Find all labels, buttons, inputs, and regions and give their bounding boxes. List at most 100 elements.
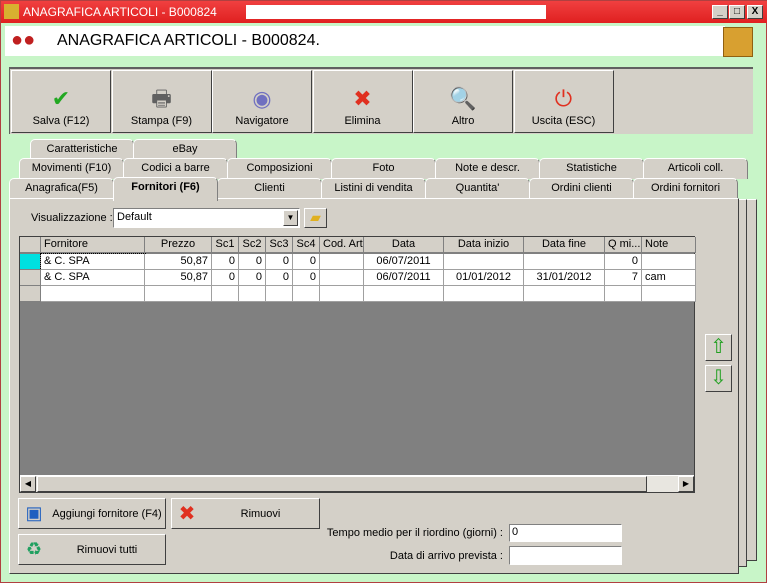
page-title: ANAGRAFICA ARTICOLI - B000824.	[57, 32, 320, 49]
reorder-time-label: Tempo medio per il riordino (giorni) :	[326, 527, 503, 539]
grid-cell[interactable]	[444, 286, 524, 302]
grid-cell[interactable]	[266, 286, 293, 302]
power-icon: ⏻	[554, 86, 573, 111]
grid-cell[interactable]: & C. SPA	[40, 253, 146, 271]
column-header: Data	[364, 237, 444, 253]
redacted-area	[246, 5, 546, 19]
grid-cell[interactable]: 7	[605, 270, 642, 286]
column-header: Sc4	[293, 237, 320, 253]
suppliers-grid[interactable]: Fornitore Prezzo Sc1 Sc2 Sc3 Sc4 Cod. Art Data D…	[19, 236, 696, 493]
reorder-time-input[interactable]: 0	[509, 524, 622, 542]
tab-movimenti-f10[interactable]: Movimenti (F10)	[19, 158, 124, 179]
grid-cell[interactable]: 01/01/2012	[444, 270, 524, 286]
scroll-left-button[interactable]: ◀	[20, 476, 36, 492]
grid-cell[interactable]	[212, 286, 239, 302]
scroll-thumb[interactable]	[37, 476, 647, 492]
salva-button[interactable]: ✔ Salva (F12)	[11, 70, 111, 133]
grid-cell[interactable]: 06/07/2011	[364, 254, 444, 270]
delete-x-icon: ✖	[353, 86, 372, 111]
tab-quantita[interactable]: Quantita'	[425, 178, 530, 199]
stampa-button[interactable]: 🖶 Stampa (F9)	[111, 70, 212, 133]
arrow-up-icon: ⇧	[710, 336, 727, 358]
grid-cell[interactable]: 0	[212, 270, 239, 286]
tab-composizioni[interactable]: Composizioni	[227, 158, 332, 179]
tab-ebay[interactable]: eBay	[133, 139, 237, 160]
tab-anagrafica-f5[interactable]: Anagrafica(F5)	[9, 178, 114, 199]
grid-cell[interactable]	[320, 270, 364, 286]
grid-cell[interactable]	[642, 286, 696, 302]
magnifier-icon: 🔍	[449, 86, 477, 111]
remove-button[interactable]: ✖ Rimuovi	[171, 498, 320, 529]
grid-cell[interactable]: 0	[239, 254, 266, 270]
toolbar: ✔ Salva (F12) 🖶 Stampa (F9) ◉ Navigatore ✖ Elim…	[9, 67, 753, 134]
arrival-date-input[interactable]	[509, 546, 622, 565]
tab-clienti[interactable]: Clienti	[217, 178, 322, 199]
tab-caratteristiche[interactable]: Caratteristiche	[30, 139, 134, 160]
add-supplier-button[interactable]: ▣ Aggiungi fornitore (F4)	[18, 498, 166, 529]
grid-cell[interactable]: 0	[266, 254, 293, 270]
column-header: Prezzo	[145, 237, 212, 253]
arrow-down-icon: ⇩	[710, 367, 727, 389]
grid-cell[interactable]	[364, 286, 444, 302]
close-button[interactable]: X	[747, 5, 763, 19]
grid-cell[interactable]: 0	[293, 270, 320, 286]
grid-cell[interactable]	[444, 254, 524, 270]
tab-fornitori-f6[interactable]: Fornitori (F6)	[113, 177, 218, 201]
grid-cell[interactable]	[524, 254, 605, 270]
grid-cell[interactable]: cam	[642, 270, 696, 286]
grid-cell[interactable]: 31/01/2012	[524, 270, 605, 286]
grid-cell[interactable]: 50,87	[145, 270, 212, 286]
tab-ordini-clienti[interactable]: Ordini clienti	[529, 178, 634, 199]
grid-cell[interactable]: 0	[266, 270, 293, 286]
folder-icon: ▰	[310, 209, 321, 225]
scroll-right-button[interactable]: ▶	[678, 476, 694, 492]
grid-cell[interactable]: 0	[239, 270, 266, 286]
tab-note-e-descr[interactable]: Note e descr.	[435, 158, 540, 179]
folder-button[interactable]: ▰	[304, 208, 327, 228]
tab-codici-a-barre[interactable]: Codici a barre	[123, 158, 228, 179]
grid-cell[interactable]: 0	[605, 254, 642, 270]
grid-cell[interactable]	[605, 286, 642, 302]
tab-listini-di-vendita[interactable]: Listini di vendita	[321, 178, 426, 199]
tab-foto[interactable]: Foto	[331, 158, 436, 179]
check-icon: ✔	[51, 86, 71, 111]
column-header: Q mi...	[605, 237, 642, 253]
tab-articoli-coll[interactable]: Articoli coll.	[643, 158, 748, 179]
grid-corner	[20, 237, 41, 253]
tab-ordini-fornitori[interactable]: Ordini fornitori	[633, 178, 738, 199]
maximize-button[interactable]: □	[729, 5, 745, 19]
uscita-button[interactable]: ⏻ Uscita (ESC)	[513, 70, 614, 133]
grid-cell[interactable]	[41, 286, 145, 302]
grid-cell[interactable]: 50,87	[145, 254, 212, 270]
remove-all-button[interactable]: ♻ Rimuovi tutti	[18, 534, 166, 565]
grid-cell[interactable]: 0	[293, 254, 320, 270]
row-indicator	[20, 254, 41, 270]
grid-cell[interactable]	[320, 254, 364, 270]
delete-x-icon: ✖	[178, 503, 196, 525]
recycle-bin-icon: ♻	[25, 539, 43, 559]
chevron-down-icon[interactable]: ▼	[283, 210, 298, 226]
view-label: Visualizzazione :	[31, 212, 113, 224]
grid-cell[interactable]	[239, 286, 266, 302]
grid-cell[interactable]	[145, 286, 212, 302]
move-up-button[interactable]: ⇧	[705, 334, 732, 361]
minimize-button[interactable]: _	[712, 5, 728, 19]
strawberry-icon: ●●	[11, 29, 36, 51]
column-header: Data inizio	[444, 237, 524, 253]
view-select[interactable]: Default ▼	[113, 208, 300, 228]
grid-cell[interactable]	[293, 286, 320, 302]
row-indicator	[20, 270, 41, 286]
header-bar: ●● ANAGRAFICA ARTICOLI - B000824.	[5, 26, 725, 56]
grid-cell[interactable]: 0	[212, 254, 239, 270]
altro-button[interactable]: 🔍 Altro	[413, 70, 513, 133]
horizontal-scrollbar[interactable]: ◀ ▶	[20, 475, 694, 492]
grid-cell[interactable]	[524, 286, 605, 302]
grid-cell[interactable]	[320, 286, 364, 302]
grid-cell[interactable]	[642, 254, 696, 270]
navigatore-button[interactable]: ◉ Navigatore	[212, 70, 312, 133]
tab-statistiche[interactable]: Statistiche	[539, 158, 644, 179]
elimina-button[interactable]: ✖ Elimina	[312, 70, 413, 133]
grid-cell[interactable]: 06/07/2011	[364, 270, 444, 286]
grid-cell[interactable]: & C. SPA	[41, 270, 145, 286]
move-down-button[interactable]: ⇩	[705, 365, 732, 392]
